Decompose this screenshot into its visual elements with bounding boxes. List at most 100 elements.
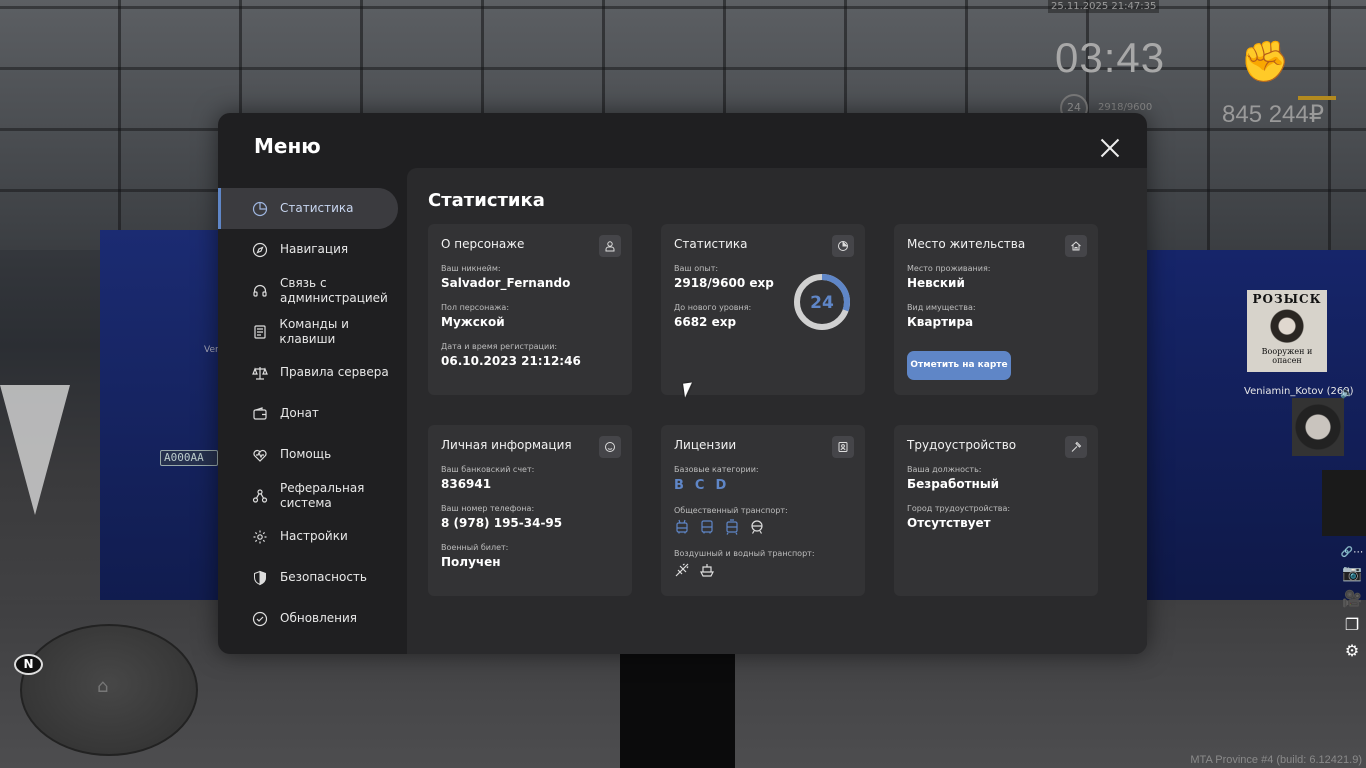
field-label: Ваш банковский счет: [441, 465, 535, 474]
field-military-id: Военный билет: Получен [441, 543, 508, 569]
sidebar-item-statistics[interactable]: Статистика [218, 188, 398, 229]
sidebar-item-rules[interactable]: Правила сервера [218, 352, 406, 393]
sidebar-item-label: Навигация [280, 242, 349, 256]
mark-on-map-button[interactable]: Отметить на карте [907, 351, 1011, 380]
field-label: Воздушный и водный транспорт: [674, 549, 815, 558]
sidebar-item-label: Донат [280, 406, 319, 420]
wanted-poster: РОЗЫСК Вооружен и опасен [1247, 290, 1327, 372]
bank-account-value: 836941 [441, 477, 492, 491]
link-icon[interactable]: 🔗⋯ [1338, 546, 1366, 560]
field-work-city: Город трудоустройства: Отсутствует [907, 504, 1010, 530]
content-title: Статистика [428, 190, 545, 211]
pie-chart-icon [252, 201, 280, 217]
field-label: До нового уровня: [674, 303, 752, 312]
hud-money: 845 244₽ [1222, 101, 1325, 128]
work-city-value: Отсутствует [907, 516, 991, 530]
pie-chart-icon [832, 235, 854, 257]
card-title: О персонаже [441, 237, 525, 251]
sidebar-item-settings[interactable]: Настройки [218, 516, 406, 557]
poster-title: РОЗЫСК [1252, 292, 1322, 306]
field-bank-account: Ваш банковский счет: 836941 [441, 465, 534, 491]
field-exp: Ваш опыт: 2918/9600 exp [674, 264, 774, 290]
field-label: Город трудоустройства: [907, 504, 1011, 513]
field-label: Общественный транспорт: [674, 506, 788, 515]
field-basic-categories: Базовые категории: BCD [674, 465, 759, 493]
exp-value: 2918/9600 exp [674, 276, 774, 290]
poster-caption: Вооружен и опасен [1261, 347, 1313, 365]
license-categories: BCD [674, 478, 759, 493]
card-statistics: Статистика Ваш опыт: 2918/9600 exp До но… [661, 224, 865, 395]
military-id-value: Получен [441, 555, 501, 569]
field-phone: Ваш номер телефона: 8 (978) 195-34-95 [441, 504, 562, 530]
keyboard-icon [252, 324, 279, 340]
category-c: C [694, 478, 705, 493]
sidebar-item-donate[interactable]: Донат [218, 393, 406, 434]
id-card-icon [832, 436, 854, 458]
sidebar-item-referral[interactable]: Реферальная система [218, 475, 406, 516]
sidebar-item-help[interactable]: Помощь [218, 434, 406, 475]
air-water-transport-icons [674, 562, 815, 578]
field-gender: Пол персонажа: Мужской [441, 303, 509, 329]
sidebar-item-label: Связь с администрацией [280, 275, 388, 305]
menu-sidebar: Статистика Навигация Связь с администрац… [218, 188, 406, 639]
field-label: Военный билет: [441, 543, 509, 552]
field-position: Ваша должность: Безработный [907, 465, 999, 491]
field-label: Вид имущества: [907, 303, 976, 312]
phone-value: 8 (978) 195-34-95 [441, 516, 563, 530]
video-icon[interactable]: 🎥 [1338, 586, 1366, 612]
gear-icon[interactable]: ⚙ [1338, 638, 1366, 664]
fist-icon: ✊ [1240, 39, 1290, 85]
hud-exp: 2918/9600 [1098, 102, 1153, 113]
hud-datetime: 25.11.2025 21:47:35 [1048, 0, 1160, 13]
sidebar-item-label: Настройки [280, 529, 348, 543]
bus-icon [701, 520, 713, 534]
home-marker-icon: ⌂ [97, 676, 109, 697]
card-title: Статистика [674, 237, 748, 251]
card-title: Лицензии [674, 438, 737, 452]
menu-title: Меню [254, 134, 321, 158]
card-title: Трудоустройство [907, 438, 1017, 452]
category-b: B [674, 478, 684, 493]
card-character: О персонаже Ваш никнейм: Salvador_Fernan… [428, 224, 632, 395]
position-value: Безработный [907, 477, 1000, 491]
menu-content: Статистика О персонаже Ваш никнейм: Salv… [407, 168, 1147, 654]
minimap [20, 624, 198, 756]
sidebar-item-label: Статистика [280, 201, 354, 215]
sidebar-item-admin-contact[interactable]: Связь с администрацией [218, 270, 406, 311]
card-personal-info: Личная информация Ваш банковский счет: 8… [428, 425, 632, 596]
level-progress-ring: 24 [794, 274, 850, 330]
field-label: Ваш опыт: [674, 264, 719, 273]
player-character [620, 652, 735, 768]
sidebar-item-security[interactable]: Безопасность [218, 557, 406, 598]
field-public-transport: Общественный транспорт: [674, 506, 788, 535]
card-title: Место жительства [907, 237, 1026, 251]
sidebar-item-commands[interactable]: Команды и клавиши [218, 311, 406, 352]
sidebar-item-navigation[interactable]: Навигация [218, 229, 406, 270]
field-label: Дата и время регистрации: [441, 342, 558, 351]
public-transport-icons [674, 519, 788, 535]
speaker-icon: 🔈 [1340, 386, 1354, 399]
user-icon [599, 235, 621, 257]
sidebar-item-label: Команды и клавиши [279, 316, 349, 346]
next-level-value: 6682 exp [674, 315, 737, 329]
boat-icon [700, 564, 714, 577]
close-button[interactable] [1100, 138, 1120, 158]
heart-icon [252, 447, 280, 463]
camera-icon[interactable]: 📷 [1338, 560, 1366, 586]
card-residence: Место жительства Место проживания: Невск… [894, 224, 1098, 395]
windows-icon[interactable]: ❐ [1338, 612, 1366, 638]
side-toolbar: 🔗⋯ 📷 🎥 ❐ ⚙ [1338, 546, 1366, 664]
npc-face [1292, 398, 1344, 456]
property-type-value: Квартира [907, 315, 974, 329]
field-air-water-transport: Воздушный и водный транспорт: [674, 549, 815, 578]
mouse-cursor [683, 382, 694, 398]
white-triangle-object [0, 385, 70, 515]
field-place: Место проживания: Невский [907, 264, 990, 290]
shield-icon [252, 570, 280, 586]
sidebar-item-updates[interactable]: Обновления [218, 598, 406, 639]
sidebar-item-label: Обновления [280, 611, 358, 625]
card-licenses: Лицензии Базовые категории: BCD Обществе… [661, 425, 865, 596]
field-label: Ваш никнейм: [441, 264, 501, 273]
compass-icon [252, 242, 280, 258]
gender-value: Мужской [441, 315, 505, 329]
